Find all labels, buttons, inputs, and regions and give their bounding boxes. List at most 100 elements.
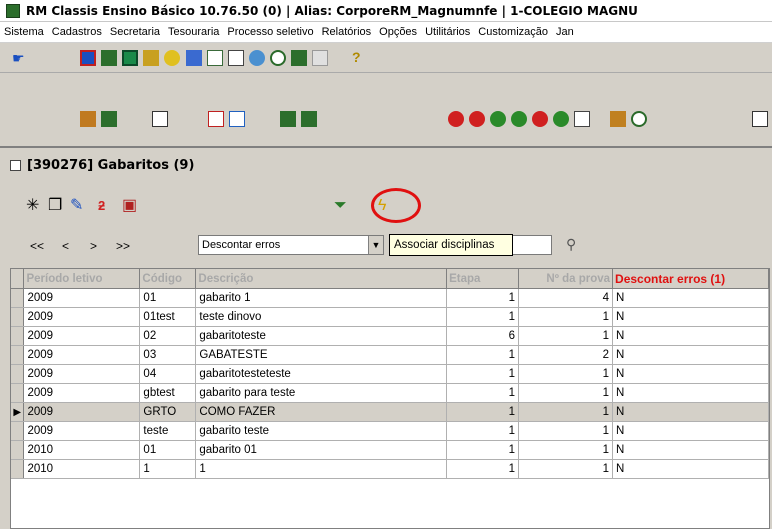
menu-processo-seletivo[interactable]: Processo seletivo — [223, 26, 317, 38]
row-indicator[interactable] — [11, 459, 25, 479]
menu-opcoes[interactable]: Opções — [375, 26, 421, 38]
row-indicator[interactable] — [11, 288, 25, 308]
menu-utilitarios[interactable]: Utilitários — [421, 26, 474, 38]
table-row[interactable]: 2009 02 gabaritoteste 6 1 N — [11, 326, 769, 346]
row-indicator[interactable] — [11, 383, 25, 403]
cell-periodo[interactable]: 2009 — [23, 345, 141, 365]
list-icon[interactable] — [207, 50, 223, 66]
cell-numero-prova[interactable]: 1 — [518, 402, 614, 422]
export-icon[interactable] — [229, 111, 245, 127]
cell-descontar-erros[interactable]: N — [612, 421, 769, 441]
person-icon[interactable] — [186, 50, 202, 66]
delete-icon[interactable]: ▣ — [122, 198, 137, 214]
cell-periodo[interactable]: 2009 — [23, 364, 141, 384]
cell-etapa[interactable]: 1 — [446, 383, 520, 403]
cell-codigo[interactable]: 04 — [139, 364, 197, 384]
cell-etapa[interactable]: 1 — [446, 459, 520, 479]
cell-etapa[interactable]: 1 — [446, 440, 520, 460]
add-item-icon[interactable] — [280, 111, 296, 127]
cell-descricao[interactable]: gabaritotesteteste — [195, 364, 448, 384]
new-record-icon[interactable]: ✳ — [26, 198, 39, 214]
menu-customizacao[interactable]: Customização — [474, 26, 552, 38]
cell-periodo[interactable]: 2009 — [23, 421, 141, 441]
last-record-button[interactable]: >> — [116, 239, 130, 253]
cell-descricao[interactable]: GABATESTE — [195, 345, 448, 365]
table-row[interactable]: 2009 01 gabarito 114N — [11, 288, 769, 308]
table-row[interactable]: 2009 04 gabaritotesteteste 1 1 N — [11, 364, 769, 384]
row-indicator[interactable] — [11, 421, 25, 441]
cell-codigo[interactable]: 03 — [139, 345, 197, 365]
cell-codigo[interactable]: 1 — [139, 459, 197, 479]
row-indicator[interactable] — [11, 307, 25, 327]
print-preview-icon[interactable] — [752, 111, 768, 127]
table-row[interactable]: 2010 1 1 1 1 N — [11, 459, 769, 479]
search-magnifier-icon[interactable] — [270, 50, 286, 66]
edit-icon[interactable]: ✎ — [70, 198, 83, 214]
remove-item-icon[interactable] — [301, 111, 317, 127]
cell-etapa[interactable]: 1 — [446, 421, 520, 441]
cell-codigo[interactable]: GRTO — [139, 402, 197, 422]
cell-periodo[interactable]: 2010 — [23, 459, 141, 479]
table-row[interactable]: 2009 03 GABATESTE 1 2 N — [11, 345, 769, 365]
cell-codigo[interactable]: teste — [139, 421, 197, 441]
menu-relatorios[interactable]: Relatórios — [318, 26, 376, 38]
table-row[interactable]: 2009 gbtest gabarito para teste 1 1 N — [11, 383, 769, 403]
cell-descontar-erros[interactable]: N — [612, 440, 769, 460]
cell-descontar-erros[interactable]: N — [612, 326, 769, 346]
register-icon[interactable] — [101, 111, 117, 127]
structure-icon[interactable] — [122, 50, 138, 66]
menu-secretaria[interactable]: Secretaria — [106, 26, 164, 38]
process-icon-6[interactable] — [553, 111, 569, 127]
cell-descricao[interactable]: teste dinovo — [195, 307, 448, 327]
grade-icon[interactable] — [208, 111, 224, 127]
cell-periodo[interactable]: 2009 — [23, 383, 141, 403]
row-indicator[interactable] — [11, 345, 25, 365]
printer-icon[interactable] — [152, 111, 168, 127]
cell-numero-prova[interactable]: 4 — [518, 288, 614, 308]
column-header-codigo[interactable]: Código — [139, 269, 197, 289]
column-header-numero-prova[interactable]: Nº da prova — [518, 269, 614, 289]
process-icon-1[interactable] — [448, 111, 464, 127]
row-indicator[interactable] — [11, 364, 25, 384]
chart-icon[interactable] — [574, 111, 590, 127]
help-icon[interactable]: ? — [352, 49, 361, 65]
cell-periodo[interactable]: 2009 — [23, 307, 141, 327]
cell-codigo[interactable]: 01test — [139, 307, 197, 327]
cell-periodo[interactable]: 2009 — [23, 402, 141, 422]
refresh-icon[interactable]: ƻ — [98, 198, 105, 214]
book-icon[interactable] — [101, 50, 117, 66]
next-record-button[interactable]: > — [90, 239, 97, 253]
cell-numero-prova[interactable]: 1 — [518, 459, 614, 479]
cell-periodo[interactable]: 2009 — [23, 326, 141, 346]
search-input[interactable] — [512, 235, 552, 255]
menu-janela[interactable]: Jan — [552, 26, 578, 38]
cell-descontar-erros[interactable]: N — [612, 383, 769, 403]
cell-etapa[interactable]: 1 — [446, 307, 520, 327]
cell-descricao[interactable]: gabaritoteste — [195, 326, 448, 346]
cell-codigo[interactable]: gbtest — [139, 383, 197, 403]
document-icon[interactable] — [291, 50, 307, 66]
cell-descontar-erros[interactable]: N — [612, 402, 769, 422]
cell-numero-prova[interactable]: 1 — [518, 364, 614, 384]
pointer-icon[interactable]: ☛ — [12, 50, 25, 66]
table-row[interactable]: 2010 01 gabarito 01 1 1 N — [11, 440, 769, 460]
group-icon[interactable] — [80, 111, 96, 127]
cell-codigo[interactable]: 01 — [139, 440, 197, 460]
table-row[interactable]: ▶ 2009 GRTO COMO FAZER 1 1 N — [11, 402, 769, 422]
blank-icon[interactable] — [312, 50, 328, 66]
cell-descricao[interactable]: gabarito 01 — [195, 440, 448, 460]
cell-descricao[interactable]: 1 — [195, 459, 448, 479]
prev-record-button[interactable]: < — [62, 239, 69, 253]
row-indicator[interactable]: ▶ — [11, 402, 25, 422]
table-row[interactable]: 2009 teste gabarito teste 1 1 N — [11, 421, 769, 441]
filter-icon[interactable]: ⏷ — [334, 198, 347, 214]
column-header-etapa[interactable]: Etapa — [446, 269, 520, 289]
cell-periodo[interactable]: 2009 — [23, 288, 141, 308]
menu-sistema[interactable]: Sistema — [0, 26, 48, 38]
cell-etapa[interactable]: 6 — [446, 326, 520, 346]
column-header-descricao[interactable]: Descrição — [195, 269, 448, 289]
process-icon-4[interactable] — [511, 111, 527, 127]
cell-numero-prova[interactable]: 1 — [518, 421, 614, 441]
cell-numero-prova[interactable]: 1 — [518, 307, 614, 327]
cell-codigo[interactable]: 01 — [139, 288, 197, 308]
